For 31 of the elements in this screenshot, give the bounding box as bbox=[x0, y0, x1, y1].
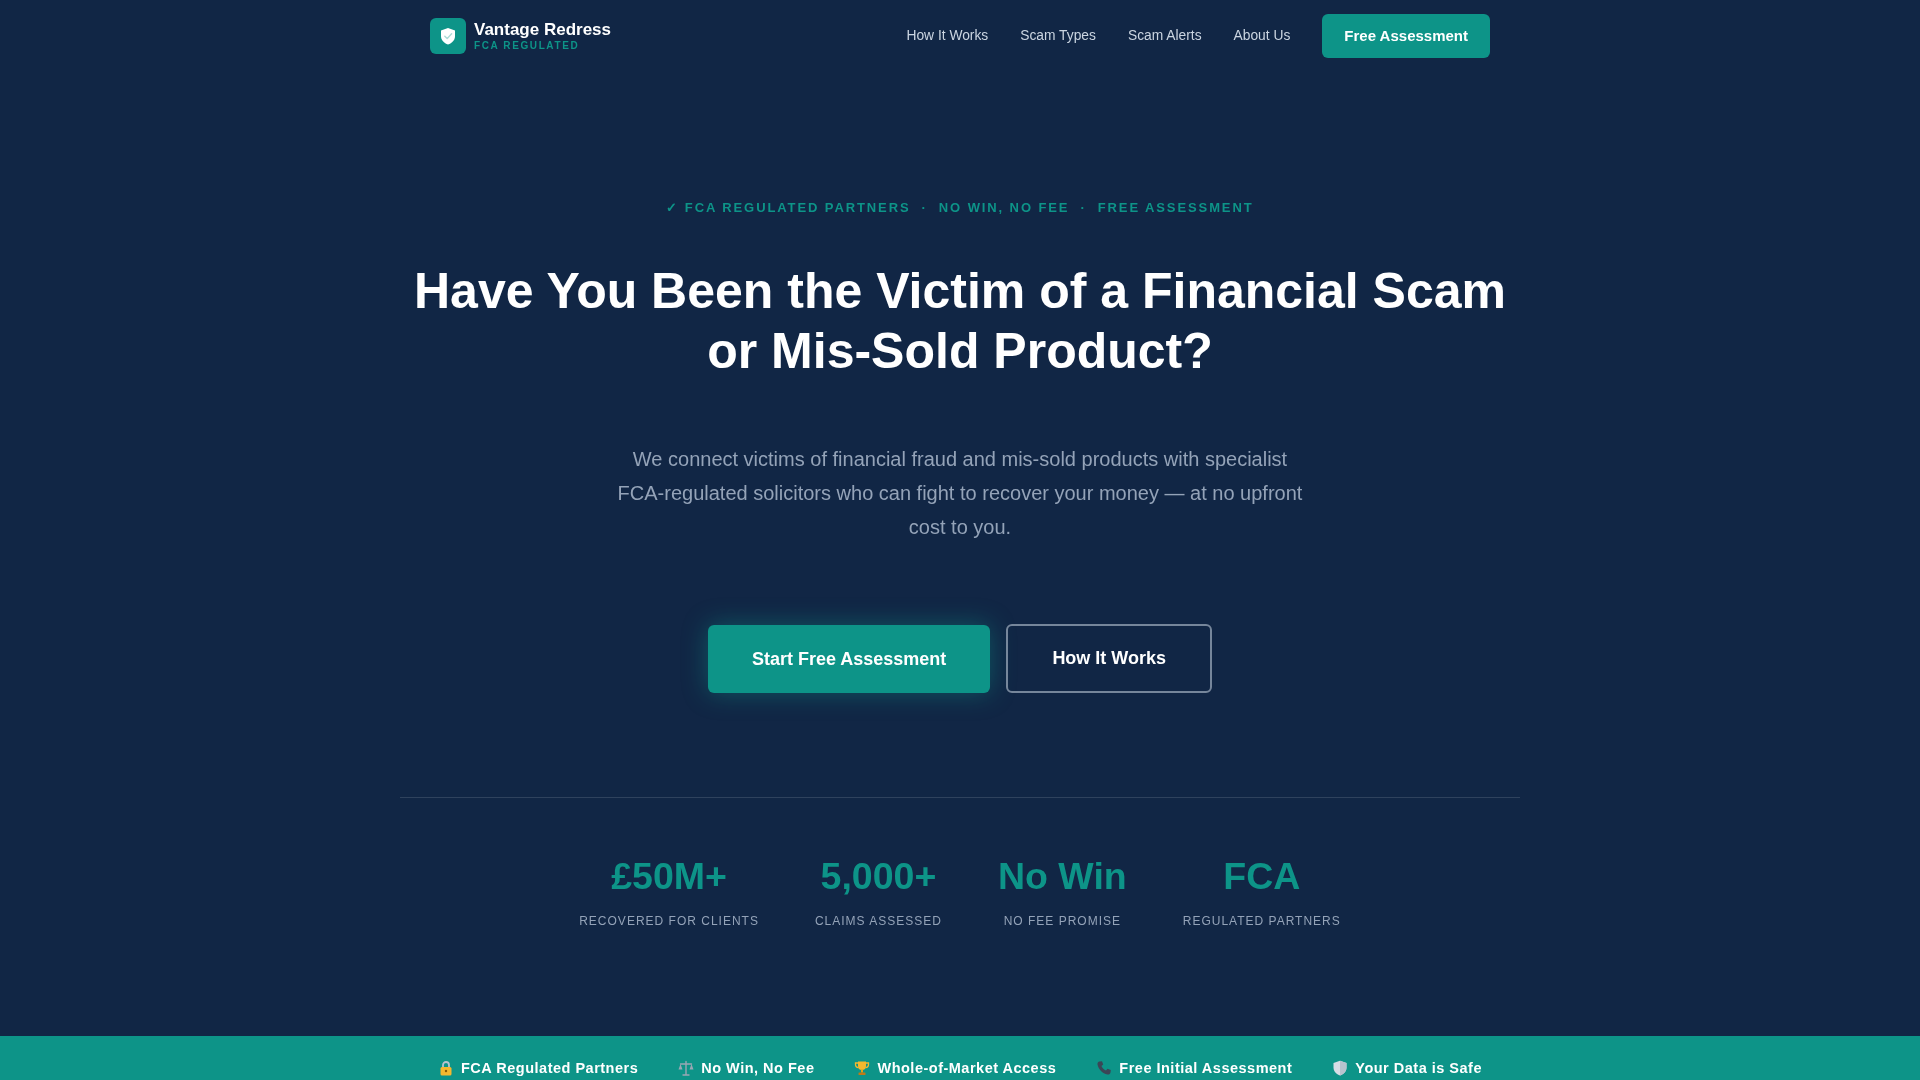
how-it-works-button[interactable]: How It Works bbox=[1006, 624, 1213, 693]
phone-icon bbox=[1096, 1060, 1113, 1076]
trust-item: Free Initial Assessment bbox=[1119, 1059, 1293, 1078]
trophy-icon bbox=[854, 1060, 871, 1076]
brand-name[interactable]: Vantage Redress bbox=[474, 20, 611, 40]
hero-eyebrow: ✓ FCA REGULATED PARTNERS · NO WIN, NO FEE · FREE ASSESSMENT bbox=[666, 199, 1254, 217]
hero-description: We connect victims of financial fraud and mis-sold products with specialist FCA-regulated solicitors who can fight to recover your money — at no upfront cost to you. bbox=[616, 447, 1304, 540]
stat-value: 5,000+ bbox=[819, 854, 938, 899]
hero-title: Have You Been the Victim of a Financial Scam or Mis-Sold Product? bbox=[412, 262, 1507, 381]
nav-link[interactable]: How It Works bbox=[906, 25, 989, 47]
trust-item: FCA Regulated Partners bbox=[461, 1059, 639, 1078]
stat-value: FCA bbox=[1222, 854, 1302, 899]
scales-icon bbox=[678, 1060, 695, 1076]
nav-link[interactable]: Scam Types bbox=[1020, 25, 1096, 47]
stat-label: RECOVERED FOR CLIENTS bbox=[579, 913, 759, 929]
free-assessment-button[interactable]: Free Assessment bbox=[1322, 13, 1490, 59]
trust-item: Whole-of-Market Access bbox=[877, 1059, 1057, 1078]
trust-item: No Win, No Fee bbox=[701, 1059, 815, 1078]
trust-item: Your Data is Safe bbox=[1355, 1059, 1482, 1078]
stat-label: REGULATED PARTNERS bbox=[1182, 913, 1341, 929]
lock-icon bbox=[438, 1060, 454, 1076]
stat-value: £50M+ bbox=[610, 854, 728, 899]
start-assessment-button[interactable]: Start Free Assessment bbox=[707, 624, 991, 693]
shield-icon bbox=[1332, 1060, 1349, 1076]
stat-value: No Win bbox=[997, 854, 1127, 899]
nav-link[interactable]: About Us bbox=[1233, 25, 1291, 47]
stat-label: CLAIMS ASSESSED bbox=[814, 913, 942, 929]
nav-link[interactable]: Scam Alerts bbox=[1127, 25, 1202, 47]
brand-tagline: FCA REGULATED bbox=[474, 39, 581, 52]
stat-label: NO FEE PROMISE bbox=[1002, 913, 1123, 929]
shield-logo-icon[interactable] bbox=[430, 18, 466, 54]
